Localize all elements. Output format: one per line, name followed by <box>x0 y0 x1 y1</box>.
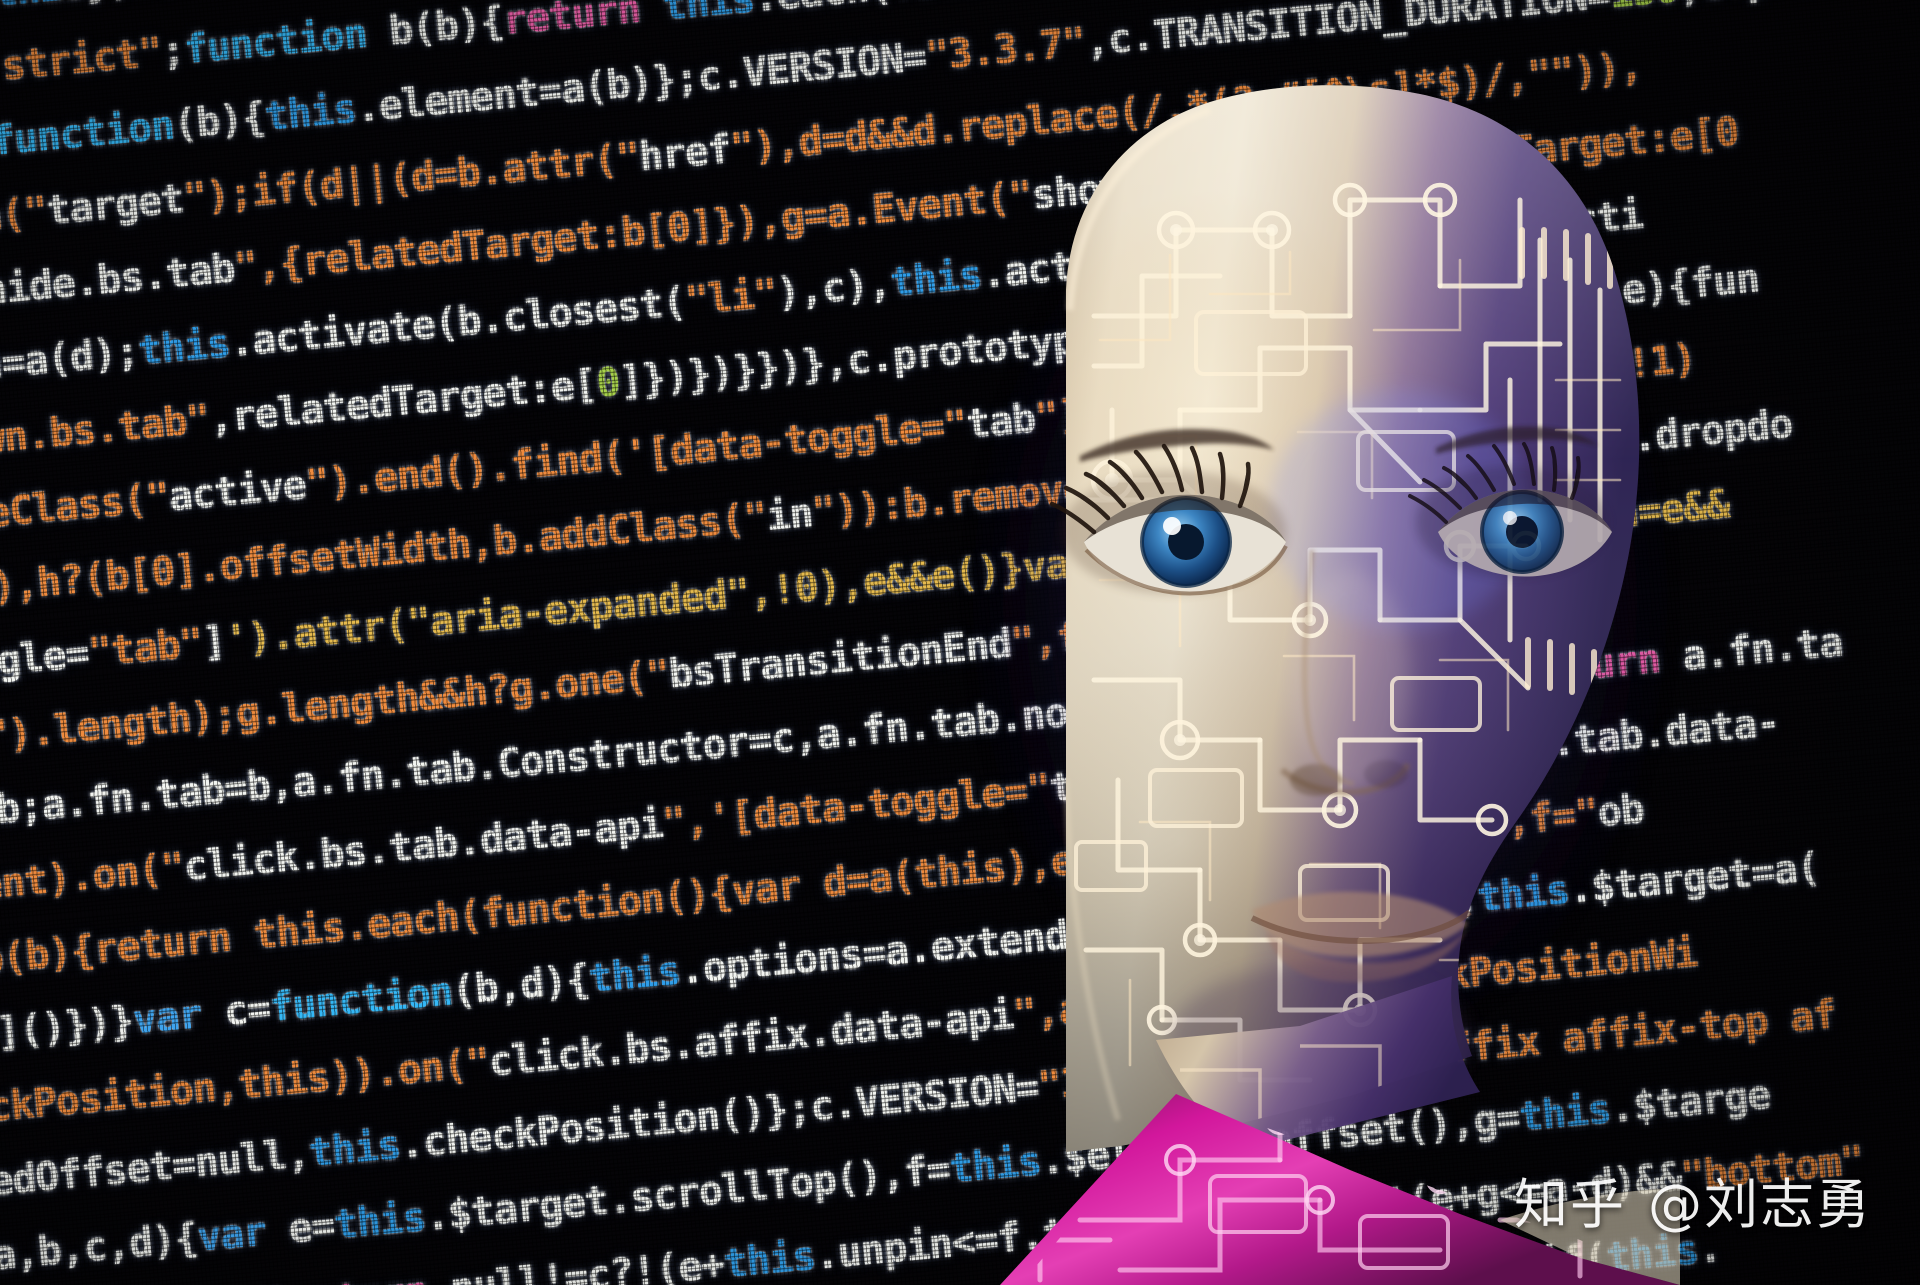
code-line-list: ).removeClass("active")a.fn.scrollspy=d,… <box>0 0 1920 1285</box>
watermark-brand: 知乎 <box>1514 1173 1626 1236</box>
watermark: 知乎 @刘志勇 <box>1514 1160 1872 1239</box>
watermark-handle: @刘志勇 <box>1648 1173 1872 1236</box>
code-screen-background: ).removeClass("active")a.fn.scrollspy=d,… <box>0 0 1920 1285</box>
screenshot-canvas: ).removeClass("active")a.fn.scrollspy=d,… <box>0 0 1920 1285</box>
